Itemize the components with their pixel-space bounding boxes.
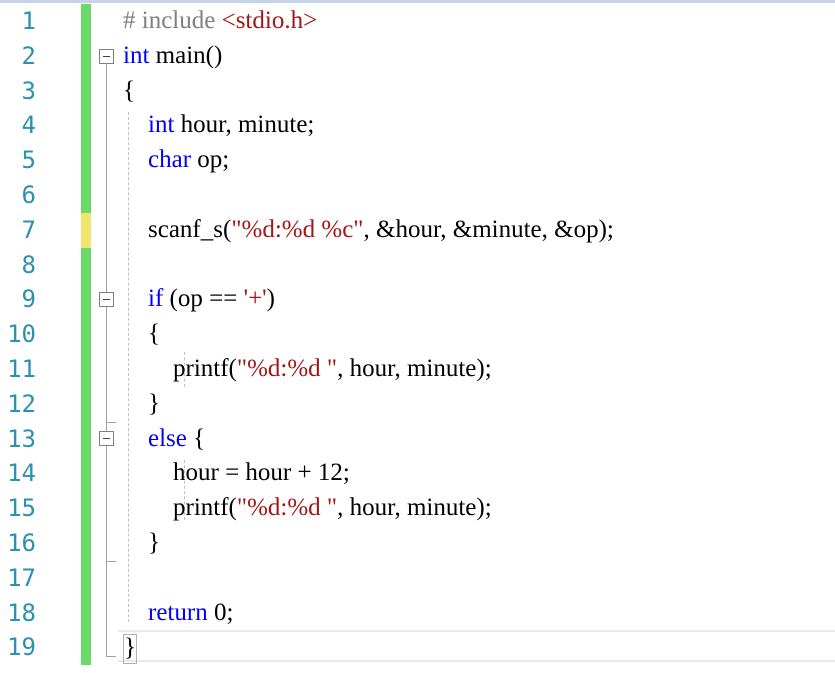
saved-change-marker xyxy=(81,456,91,492)
line-number: 9 xyxy=(21,285,36,314)
collapse-main-icon[interactable] xyxy=(99,49,114,64)
keyword: else xyxy=(148,424,187,452)
saved-change-marker xyxy=(81,4,91,39)
fold-end-marker xyxy=(106,422,116,423)
keyword: int xyxy=(148,111,175,139)
code-line-16: } xyxy=(123,529,160,556)
line-number: 11 xyxy=(7,355,36,383)
code-text: hour, minute; xyxy=(174,111,315,139)
keyword: char xyxy=(148,146,192,174)
keyword: if xyxy=(148,285,164,313)
keyword: return xyxy=(148,598,208,626)
line-number: 3 xyxy=(21,76,36,105)
code-line-10: { xyxy=(123,320,160,348)
unsaved-change-marker xyxy=(81,212,91,248)
line-number: 14 xyxy=(7,459,36,488)
saved-change-marker xyxy=(81,560,91,596)
collapse-if-icon[interactable] xyxy=(99,292,114,307)
char-literal: '+' xyxy=(243,285,267,313)
code-text: , hour, minute); xyxy=(337,494,492,522)
code-text: scanf_s( xyxy=(123,215,232,243)
line-number: 2 xyxy=(21,41,36,70)
saved-change-marker xyxy=(81,108,91,144)
matched-brace: } xyxy=(123,633,137,664)
string-literal: "%d:%d " xyxy=(236,494,338,522)
code-text: op; xyxy=(191,146,230,174)
line-number: 12 xyxy=(7,389,36,418)
code-text: 0; xyxy=(207,598,234,626)
code-line-2: int main() xyxy=(123,39,222,74)
line-number: 13 xyxy=(7,424,36,453)
saved-change-marker xyxy=(81,595,91,631)
code-text: , &hour, &minute, &op); xyxy=(363,215,614,243)
line-number: 10 xyxy=(7,320,36,349)
fold-end-marker xyxy=(106,656,116,657)
saved-change-marker xyxy=(81,526,91,561)
include-header: <stdio.h> xyxy=(221,7,318,34)
code-line-1: # include <stdio.h> xyxy=(123,4,317,39)
code-line-15: printf("%d:%d ", hour, minute); xyxy=(123,491,492,526)
code-editor[interactable]: 1 2 3 4 5 6 7 8 9 10 11 12 13 14 15 16 1… xyxy=(0,0,835,673)
line-number: 15 xyxy=(7,494,36,523)
code-line-12: } xyxy=(123,389,160,417)
saved-change-marker xyxy=(81,38,91,74)
saved-change-marker xyxy=(81,386,91,422)
code-line-9: if (op == '+') xyxy=(123,282,275,317)
string-literal: "%d:%d %c" xyxy=(231,215,364,243)
current-line-highlight xyxy=(118,630,835,662)
line-number: 17 xyxy=(7,563,36,592)
saved-change-marker xyxy=(81,247,91,283)
saved-change-marker xyxy=(81,421,91,457)
saved-change-marker xyxy=(81,178,91,213)
code-line-18: return 0; xyxy=(123,596,233,631)
saved-change-marker xyxy=(81,143,91,178)
saved-change-marker xyxy=(81,282,91,318)
line-number: 18 xyxy=(7,598,36,627)
keyword: int xyxy=(123,41,150,69)
code-line-13: else { xyxy=(123,422,205,457)
code-text: , hour, minute); xyxy=(337,355,492,382)
line-number: 7 xyxy=(21,215,36,244)
code-text: { xyxy=(186,424,206,452)
code-text: printf( xyxy=(123,355,237,382)
saved-change-marker xyxy=(81,317,91,352)
saved-change-marker xyxy=(81,73,91,109)
saved-change-marker xyxy=(81,630,91,666)
line-number: 8 xyxy=(21,250,36,279)
code-text: printf( xyxy=(123,494,237,522)
line-number: 5 xyxy=(21,146,36,175)
line-number: 19 xyxy=(7,633,36,662)
code-line-11: printf("%d:%d ", hour, minute); xyxy=(123,352,492,387)
line-number: 6 xyxy=(21,181,36,209)
fold-guide-line xyxy=(106,64,107,656)
preprocessor-directive: # include xyxy=(123,7,216,34)
saved-change-marker xyxy=(81,352,91,387)
code-line-5: char op; xyxy=(123,143,229,178)
saved-change-marker xyxy=(81,491,91,526)
code-line-3: { xyxy=(123,76,135,104)
collapse-else-icon[interactable] xyxy=(99,431,114,446)
editor-top-border xyxy=(0,0,835,3)
code-line-4: int hour, minute; xyxy=(123,108,314,143)
code-line-14: hour = hour + 12; xyxy=(123,459,350,487)
line-number: 16 xyxy=(7,529,36,557)
code-text: ) xyxy=(266,285,275,313)
line-number: 4 xyxy=(21,111,36,140)
fold-end-marker xyxy=(106,561,116,562)
code-line-7: scanf_s("%d:%d %c", &hour, &minute, &op)… xyxy=(123,213,614,248)
code-text: main() xyxy=(149,41,223,69)
string-literal: "%d:%d " xyxy=(236,355,338,382)
line-number: 1 xyxy=(21,7,36,35)
code-line-19: } xyxy=(123,630,137,665)
code-text: (op == xyxy=(163,285,244,313)
